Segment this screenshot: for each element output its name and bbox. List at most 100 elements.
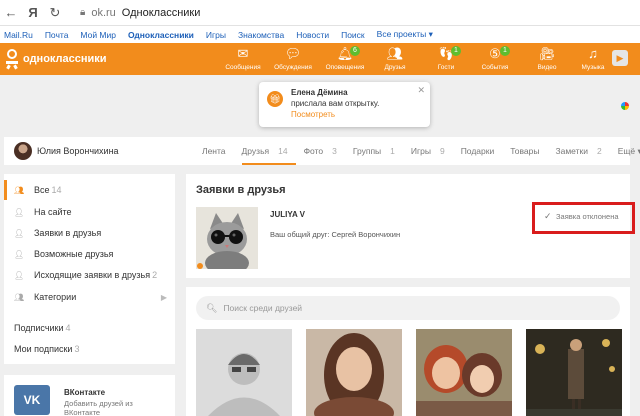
notification-view-link[interactable]: Посмотреть (291, 110, 335, 119)
nav-notifications[interactable]: 🔔︎ 6 Оповещения (320, 46, 370, 71)
profile-name[interactable]: Юлия Ворончихина (37, 146, 119, 156)
subscribers-label: Подписчики (14, 323, 64, 333)
ok-logo[interactable]: одноклассники (4, 49, 107, 70)
play-video-icon[interactable]: ▶ (612, 50, 628, 66)
tab-products[interactable]: Товары (510, 146, 547, 156)
tab-groups-label: Группы (352, 146, 382, 156)
vk-promo[interactable]: VK ВКонтакте Добавить друзей из ВКонтакт… (4, 375, 175, 416)
request-status-text: Заявка отклонена (556, 212, 619, 221)
request-mutual-friend: Ваш общий друг: Сергей Ворончихин (270, 230, 401, 239)
tab-notes[interactable]: Заметки 2 (555, 146, 609, 156)
tab-photos-count: 3 (332, 146, 337, 156)
friend-card[interactable] (196, 329, 292, 416)
notifications-badge: 6 (350, 46, 360, 56)
friend-card[interactable] (416, 329, 512, 416)
search-icon: 🔍︎ (206, 302, 218, 313)
sidebar-item-outgoing[interactable]: 👤︎ Исходящие заявки в друзья 2 (4, 265, 175, 285)
portal-link-games[interactable]: Игры (206, 30, 226, 40)
tab-groups[interactable]: Группы 1 (353, 146, 403, 156)
tab-feed[interactable]: Лента (202, 146, 234, 156)
portal-link-dating[interactable]: Знакомства (238, 30, 284, 40)
sidebar-item-all-count: 14 (51, 185, 62, 195)
tab-products-label: Товары (510, 146, 540, 156)
portal-link-my-world[interactable]: Мой Мир (80, 30, 116, 40)
notification-sender[interactable]: Елена Дёмина (291, 88, 348, 97)
reload-icon[interactable]: ↻ (44, 5, 66, 21)
notification-popup: 🎁︎ Елена Дёмина прислала вам открытку. П… (259, 82, 430, 127)
close-icon[interactable]: ✕ (417, 85, 425, 96)
request-avatar[interactable] (196, 207, 258, 269)
nav-events[interactable]: ⑤ 1 События (470, 46, 520, 71)
portal-link-ok[interactable]: Одноклассники (128, 30, 194, 40)
sidebar-item-categories[interactable]: 👥︎ Категории ▶ (4, 287, 175, 307)
profile-tabs: Лента Друзья 14 Фото 3 Группы 1 Игры 9 Подар… (202, 137, 640, 165)
subscriptions-count: 3 (74, 344, 80, 354)
nav-discussions[interactable]: 💬︎ Обсуждения (268, 46, 318, 71)
color-wheel-icon[interactable] (621, 102, 629, 110)
friends-icon: 👥︎ (14, 185, 25, 195)
request-name[interactable]: JULIYA V (270, 210, 305, 219)
back-arrow-icon[interactable]: ← (0, 5, 22, 20)
requests-title: Заявки в друзья (196, 184, 286, 196)
vk-promo-title: ВКонтакте (64, 388, 106, 397)
yandex-logo-icon[interactable]: Я (22, 5, 44, 20)
categories-icon: 👥︎ (14, 292, 25, 302)
nav-events-label: События (481, 64, 509, 71)
lock-icon[interactable]: 🔒︎ (80, 7, 85, 18)
sidebar-item-all[interactable]: 👥︎ Все 14 (4, 180, 175, 200)
sidebar-item-outgoing-label: Исходящие заявки в друзья (34, 270, 151, 280)
sidebar-item-possible[interactable]: 👤︎ Возможные друзья (4, 244, 175, 264)
tab-more-label: Ещё ▾ (617, 145, 640, 156)
browser-toolbar: ← Я ↻ 🔒︎ ok.ru Одноклассники (0, 0, 640, 26)
tab-games[interactable]: Игры 9 (411, 146, 453, 156)
tab-photos-label: Фото (303, 146, 324, 156)
portal-link-mailru[interactable]: Mail.Ru (4, 30, 33, 40)
friends-icon: 👥︎ (386, 46, 404, 61)
nav-messages[interactable]: ✉ Сообщения (218, 46, 268, 71)
tab-photos[interactable]: Фото 3 (304, 146, 345, 156)
address-bar[interactable]: ok.ru Одноклассники (91, 7, 200, 19)
portal-links-bar: Mail.Ru Почта Мой Мир Одноклассники Игры… (0, 26, 640, 43)
nav-discussions-label: Обсуждения (274, 64, 312, 71)
person-outgoing-icon: 👤︎ (14, 270, 25, 280)
tab-friends[interactable]: Друзья 14 (241, 146, 296, 165)
notification-text: прислала вам открытку. (291, 99, 380, 108)
tab-feed-label: Лента (202, 146, 226, 156)
music-note-icon: ♫ (588, 46, 598, 61)
events-badge: 1 (500, 46, 510, 56)
tab-games-label: Игры (410, 146, 431, 156)
checkmark-icon: ✓ (544, 211, 552, 221)
nav-guests-label: Гости (437, 64, 455, 71)
sidebar-item-online[interactable]: 👤︎ На сайте (4, 202, 175, 222)
tab-groups-count: 1 (390, 146, 395, 156)
person-request-icon: 👤︎ (14, 228, 25, 238)
friend-card[interactable] (306, 329, 402, 416)
nav-messages-label: Сообщения (225, 64, 261, 71)
events-icon: ⑤ (489, 46, 501, 61)
portal-link-news[interactable]: Новости (296, 30, 329, 40)
envelope-icon: ✉ (237, 46, 249, 61)
friends-search[interactable]: 🔍︎ (196, 296, 620, 320)
portal-link-all-projects[interactable]: Все проекты ▾ (377, 29, 433, 40)
tab-gifts-label: Подарки (460, 146, 495, 156)
sidebar-subscribers[interactable]: Подписчики 4 (14, 323, 71, 333)
nav-friends[interactable]: 👥︎ Друзья (370, 46, 420, 71)
friend-card[interactable] (526, 329, 622, 416)
portal-link-search[interactable]: Поиск (341, 30, 365, 40)
tab-more[interactable]: Ещё ▾ (618, 146, 640, 157)
nav-music[interactable]: ♫ Музыка (568, 46, 618, 71)
friends-search-input[interactable] (223, 303, 604, 313)
ok-logo-icon (4, 49, 20, 70)
tab-gifts[interactable]: Подарки (461, 146, 503, 156)
sidebar-item-requests[interactable]: 👤︎ Заявки в друзья (4, 223, 175, 243)
sidebar-item-outgoing-count: 2 (152, 270, 158, 280)
nav-guests[interactable]: 👣︎ 1 Гости (421, 46, 471, 71)
nav-video[interactable]: 🎥︎ Видео (522, 46, 572, 71)
profile-bar: Юлия Ворончихина Лента Друзья 14 Фото 3 Гр… (4, 137, 640, 165)
portal-link-mail[interactable]: Почта (45, 30, 69, 40)
avatar[interactable] (14, 142, 32, 160)
friends-sidebar: 👥︎ Все 14 👤︎ На сайте 👤︎ Заявки в друзья… (4, 174, 175, 364)
sidebar-subscriptions[interactable]: Мои подписки 3 (14, 344, 79, 354)
nav-video-label: Видео (537, 64, 557, 71)
sidebar-item-all-label: Все (34, 185, 50, 195)
